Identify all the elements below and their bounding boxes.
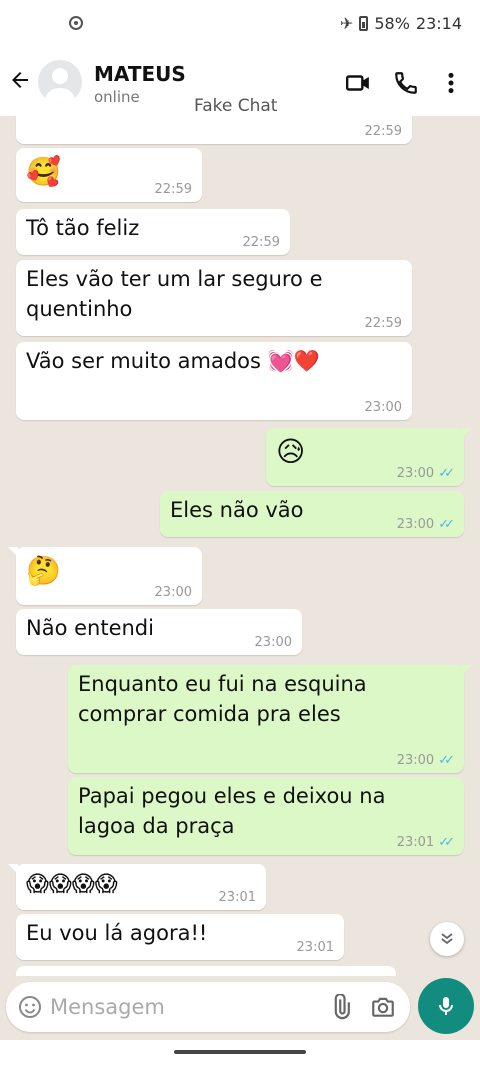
message-time: 23:00	[364, 400, 402, 415]
message-bubble-out[interactable]: Enquanto eu fui na esquina comprar comid…	[68, 665, 472, 773]
smiley-icon[interactable]	[18, 995, 42, 1019]
message-text: Eles vão ter um lar seguro e quentinho	[26, 267, 323, 321]
message-bubble-in[interactable]: 22:59	[16, 116, 412, 144]
read-receipt-icon: ✓✓	[438, 517, 455, 532]
message-bubble-in[interactable]: 😱😱😱😱 23:01	[8, 864, 266, 910]
message-text: Eu vou lá agora!!	[26, 921, 208, 945]
message-bubble-out[interactable]: Eles não vão 23:00 ✓✓	[160, 491, 464, 537]
contact-name[interactable]: MATEUS	[94, 62, 186, 86]
home-gesture-handle[interactable]	[174, 1050, 306, 1054]
microphone-icon	[439, 997, 453, 1015]
battery-icon	[359, 16, 369, 31]
clock: 23:14	[415, 14, 462, 33]
paperclip-icon[interactable]	[328, 994, 354, 1020]
message-input-bar[interactable]: Mensagem	[6, 982, 410, 1032]
message-bubble-in[interactable]: 🥰 22:59	[16, 148, 202, 202]
microphone-button[interactable]	[418, 978, 474, 1034]
status-bar: ✈ 58% 23:14	[0, 0, 480, 50]
message-time: 22:59	[364, 124, 402, 139]
message-text: Enquanto eu fui na esquina comprar comid…	[78, 672, 367, 726]
chat-header: MATEUS online Fake Chat	[0, 50, 480, 116]
battery-level: 58%	[374, 14, 410, 33]
watermark-label: Fake Chat	[194, 96, 278, 116]
message-time: 22:59	[242, 235, 280, 250]
message-time: 23:00	[254, 635, 292, 650]
message-text: Papai pegou eles e deixou na lagoa da pr…	[78, 784, 386, 838]
message-time: 23:00	[396, 517, 435, 532]
contact-status: online	[94, 88, 140, 106]
back-arrow-icon[interactable]	[8, 68, 32, 99]
read-receipt-icon: ✓✓	[438, 466, 455, 481]
message-time: 22:59	[364, 316, 402, 331]
message-bubble-out[interactable]: Papai pegou eles e deixou na lagoa da pr…	[68, 777, 464, 855]
message-bubble-in[interactable]: Eu vou lá agora!! 23:01	[16, 914, 344, 960]
camera-icon[interactable]	[370, 994, 396, 1020]
message-bubble-in[interactable]	[16, 966, 396, 976]
message-bubble-in[interactable]: Tô tão feliz 22:59	[16, 209, 290, 255]
video-call-icon[interactable]	[345, 70, 371, 96]
more-options-icon[interactable]	[443, 70, 459, 96]
message-time: 22:59	[154, 182, 192, 197]
message-time: 23:00	[154, 585, 192, 600]
airplane-mode-icon: ✈	[339, 14, 354, 33]
message-list[interactable]: 22:59 🥰 22:59 Tô tão feliz 22:59 Eles vã…	[0, 116, 480, 976]
scroll-to-bottom-button[interactable]	[430, 922, 464, 956]
message-bubble-in[interactable]: Eles vão ter um lar seguro e quentinho 2…	[16, 260, 412, 336]
message-time: 23:00	[396, 753, 435, 768]
message-bubble-in[interactable]: Vão ser muito amados 💓❤️ 23:00	[16, 342, 412, 420]
system-nav-bar	[0, 1040, 480, 1066]
message-bubble-in[interactable]: Não entendi 23:00	[16, 609, 302, 655]
screen-record-icon	[69, 16, 83, 30]
phone-icon[interactable]	[393, 70, 419, 96]
double-chevron-down-icon	[441, 933, 453, 945]
read-receipt-icon: ✓✓	[438, 753, 455, 768]
message-time: 23:01	[296, 940, 334, 955]
message-time: 23:01	[396, 835, 435, 850]
read-receipt-icon: ✓✓	[438, 835, 455, 850]
message-time: 23:00	[396, 466, 435, 481]
message-input[interactable]: Mensagem	[50, 995, 165, 1019]
avatar[interactable]	[38, 60, 82, 104]
message-text: Não entendi	[26, 616, 154, 640]
message-bubble-out[interactable]: 😥 23:00 ✓✓	[266, 428, 472, 486]
message-text: Vão ser muito amados 💓❤️	[26, 349, 320, 373]
message-time: 23:01	[218, 890, 256, 905]
message-bubble-in[interactable]: 🤔 23:00	[8, 547, 202, 605]
